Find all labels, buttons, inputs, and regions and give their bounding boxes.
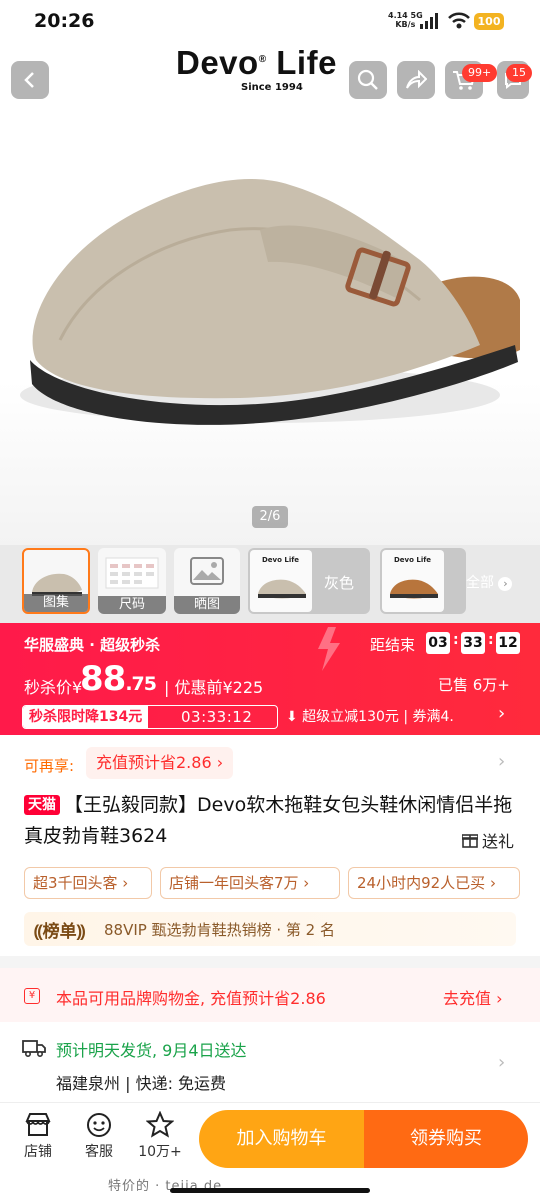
- ranking-banner[interactable]: ⸨榜单⸩ 88VIP 甄选勃肯鞋热销榜 · 第 2 名: [24, 912, 516, 946]
- chip-recent-buyers[interactable]: 24小时内92人已买 ›: [348, 867, 520, 899]
- favorite-button[interactable]: 10万+: [135, 1111, 185, 1161]
- countdown-hours: 03: [426, 632, 450, 654]
- flash-price: 88.75: [80, 659, 157, 699]
- flash-sale-title: 华服盛典 · 超级秒杀: [24, 636, 161, 654]
- clock: 20:26: [34, 10, 95, 32]
- home-indicator[interactable]: [170, 1188, 370, 1193]
- ranking-text: 88VIP 甄选勃肯鞋热销榜 · 第 2 名: [104, 921, 335, 939]
- brand-logo: Devo® Life: [176, 44, 337, 81]
- color-swatch: Devo Life: [250, 550, 312, 612]
- search-icon: [357, 69, 378, 90]
- thumb-brand: Devo Life: [394, 556, 432, 564]
- service-button[interactable]: 客服: [74, 1111, 124, 1161]
- cart-count-badge: 99+: [462, 64, 498, 82]
- countdown-seconds: 12: [496, 632, 520, 654]
- share-icon: [406, 70, 427, 89]
- shop-button[interactable]: 店铺: [13, 1111, 63, 1161]
- recharge-link[interactable]: 去充值 ›: [443, 985, 503, 1009]
- shipping-row[interactable]: 预计明天发货, 9月4日送达 福建泉州 | 快递: 免运费 ›: [0, 1022, 540, 1102]
- back-icon: [24, 72, 34, 88]
- extra-coupon-row[interactable]: 可再享: 充值预计省2.86 › ›: [0, 735, 540, 789]
- star-icon: [146, 1111, 174, 1138]
- product-gallery[interactable]: 20:26 4.14 5G KB/s 100 Devo® Life Since …: [0, 0, 540, 545]
- chevron-right-icon: ›: [498, 1052, 506, 1073]
- recharge-saving-pill[interactable]: 充值预计省2.86 ›: [86, 747, 234, 779]
- original-price: | 优惠前¥225: [164, 678, 264, 697]
- chevron-right-icon[interactable]: ›: [498, 703, 505, 724]
- tmall-badge: 天猫: [24, 795, 60, 815]
- buy-with-coupon-button[interactable]: 领券购买: [364, 1110, 528, 1168]
- yuan-icon: ¥: [24, 988, 40, 1004]
- status-bar: 20:26 4.14 5G KB/s 100: [0, 0, 540, 46]
- discount-info: ⬇ 超级立减130元 | 券满4.: [286, 709, 454, 725]
- sold-count: 已售 6万+: [438, 676, 510, 694]
- shop-icon: [25, 1113, 51, 1136]
- lightning-icon: [318, 627, 340, 671]
- ranking-badge: ⸨榜单⸩: [34, 922, 86, 942]
- color-swatch: Devo Life: [382, 550, 444, 612]
- message-count-badge: 15: [506, 64, 532, 82]
- flash-sale-banner: 华服盛典 · 超级秒杀 距结束 03 : 33 : 12 秒杀价¥ 88.75 …: [0, 623, 540, 735]
- coupon-label: 可再享:: [24, 757, 75, 775]
- limit-label: 秒杀限时降134元: [23, 706, 149, 728]
- thumb-label: 尺码: [98, 596, 166, 614]
- thumb-brand: Devo Life: [262, 556, 300, 564]
- divider: [0, 956, 540, 968]
- image-icon: [190, 557, 224, 585]
- share-button[interactable]: [397, 61, 435, 99]
- limit-discount-box: 秒杀限时降134元 03:33:12: [22, 705, 278, 729]
- grey-shoe-icon: [258, 579, 306, 599]
- thumb-label: 图集: [24, 594, 88, 612]
- gift-button[interactable]: 送礼: [462, 828, 514, 852]
- thumb-color-brown[interactable]: Devo Life: [380, 548, 466, 614]
- countdown-minutes: 33: [461, 632, 485, 654]
- thumb-gallery[interactable]: 图集: [22, 548, 90, 614]
- size-chart-icon: [105, 557, 159, 589]
- brown-shoe-icon: [390, 579, 438, 599]
- back-button[interactable]: [11, 61, 49, 99]
- product-title: 【王弘毅同款】Devo软木拖鞋女包头鞋休闲情侣半拖真皮勃肯鞋3624: [24, 794, 513, 847]
- delivery-estimate: 预计明天发货, 9月4日送达: [56, 1041, 247, 1060]
- search-button[interactable]: [349, 61, 387, 99]
- network-speed: 4.14 5G KB/s: [388, 11, 423, 29]
- thumb-size[interactable]: 尺码: [98, 548, 166, 614]
- brand-gold-row[interactable]: ¥ 本品可用品牌购物金, 充值预计省2.86 去充值 ›: [0, 968, 540, 1022]
- product-title-block: 天猫 【王弘毅同款】Devo软木拖鞋女包头鞋休闲情侣半拖真皮勃肯鞋3624: [24, 790, 524, 852]
- countdown-label: 距结束: [370, 636, 416, 654]
- chevron-right-icon: ›: [498, 751, 506, 772]
- price-label: 秒杀价¥: [24, 678, 83, 697]
- thumb-reviews[interactable]: 晒图: [174, 548, 240, 614]
- thumb-color-grey[interactable]: Devo Life 灰色: [248, 548, 370, 614]
- view-all-link[interactable]: 全部 ›: [466, 572, 513, 592]
- gallery-pager: 2/6: [252, 506, 288, 528]
- add-to-cart-button[interactable]: 加入购物车: [199, 1110, 364, 1168]
- ship-origin: 福建泉州 | 快递: 免运费: [56, 1074, 227, 1093]
- limit-timer: 03:33:12: [181, 708, 253, 726]
- gift-icon: [462, 834, 478, 848]
- brand-tagline: Since 1994: [241, 82, 303, 93]
- signal-icon: [420, 13, 438, 29]
- bottom-action-bar: 店铺 客服 10万+ 加入购物车 领券购买 特价的 · teija.de: [0, 1102, 540, 1200]
- chip-repeat-customers[interactable]: 超3千回头客 ›: [24, 867, 152, 899]
- truck-icon: [22, 1040, 46, 1058]
- battery-icon: 100: [474, 13, 504, 30]
- brand-gold-text: 本品可用品牌购物金, 充值预计省2.86: [56, 989, 326, 1008]
- color-label: 灰色: [324, 574, 355, 592]
- wifi-icon: [448, 12, 470, 29]
- thumb-label: 晒图: [174, 596, 240, 614]
- thumbnail-strip: 图集 尺码 晒图 Devo Life 灰色 Devo Life 全部 ›: [0, 545, 540, 623]
- service-icon: [87, 1113, 111, 1137]
- chevron-right-icon: ›: [498, 577, 513, 591]
- chip-store-repeat[interactable]: 店铺一年回头客7万 ›: [160, 867, 340, 899]
